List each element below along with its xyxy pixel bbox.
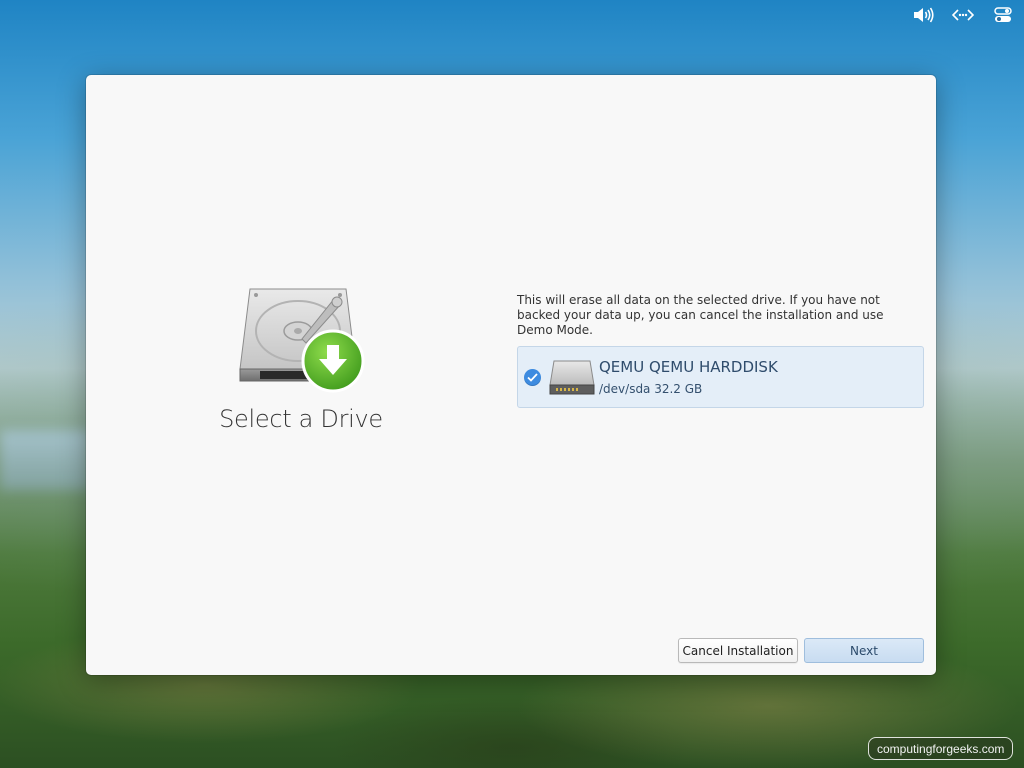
page-title: Select a Drive bbox=[219, 405, 383, 433]
cancel-installation-button[interactable]: Cancel Installation bbox=[678, 638, 798, 663]
selected-check-icon[interactable] bbox=[524, 369, 541, 386]
top-panel-indicators bbox=[910, 0, 1024, 30]
drive-name: QEMU QEMU HARDDISK bbox=[599, 358, 778, 376]
hard-disk-icon bbox=[548, 359, 596, 397]
volume-icon[interactable] bbox=[910, 2, 936, 28]
erase-warning-text: This will erase all data on the selected… bbox=[517, 293, 884, 337]
drive-detail: /dev/sda 32.2 GB bbox=[599, 382, 703, 396]
system-settings-icon[interactable] bbox=[990, 2, 1016, 28]
left-pane: Select a Drive bbox=[86, 75, 516, 675]
drive-option-sda[interactable]: QEMU QEMU HARDDISK /dev/sda 32.2 GB bbox=[517, 346, 924, 408]
next-button[interactable]: Next bbox=[804, 638, 924, 663]
wallpaper-water bbox=[0, 430, 90, 490]
network-icon[interactable] bbox=[950, 2, 976, 28]
hard-drive-download-icon bbox=[236, 285, 366, 397]
watermark: computingforgeeks.com bbox=[868, 737, 1014, 760]
installer-window: Select a Drive This will erase all data … bbox=[86, 75, 936, 675]
